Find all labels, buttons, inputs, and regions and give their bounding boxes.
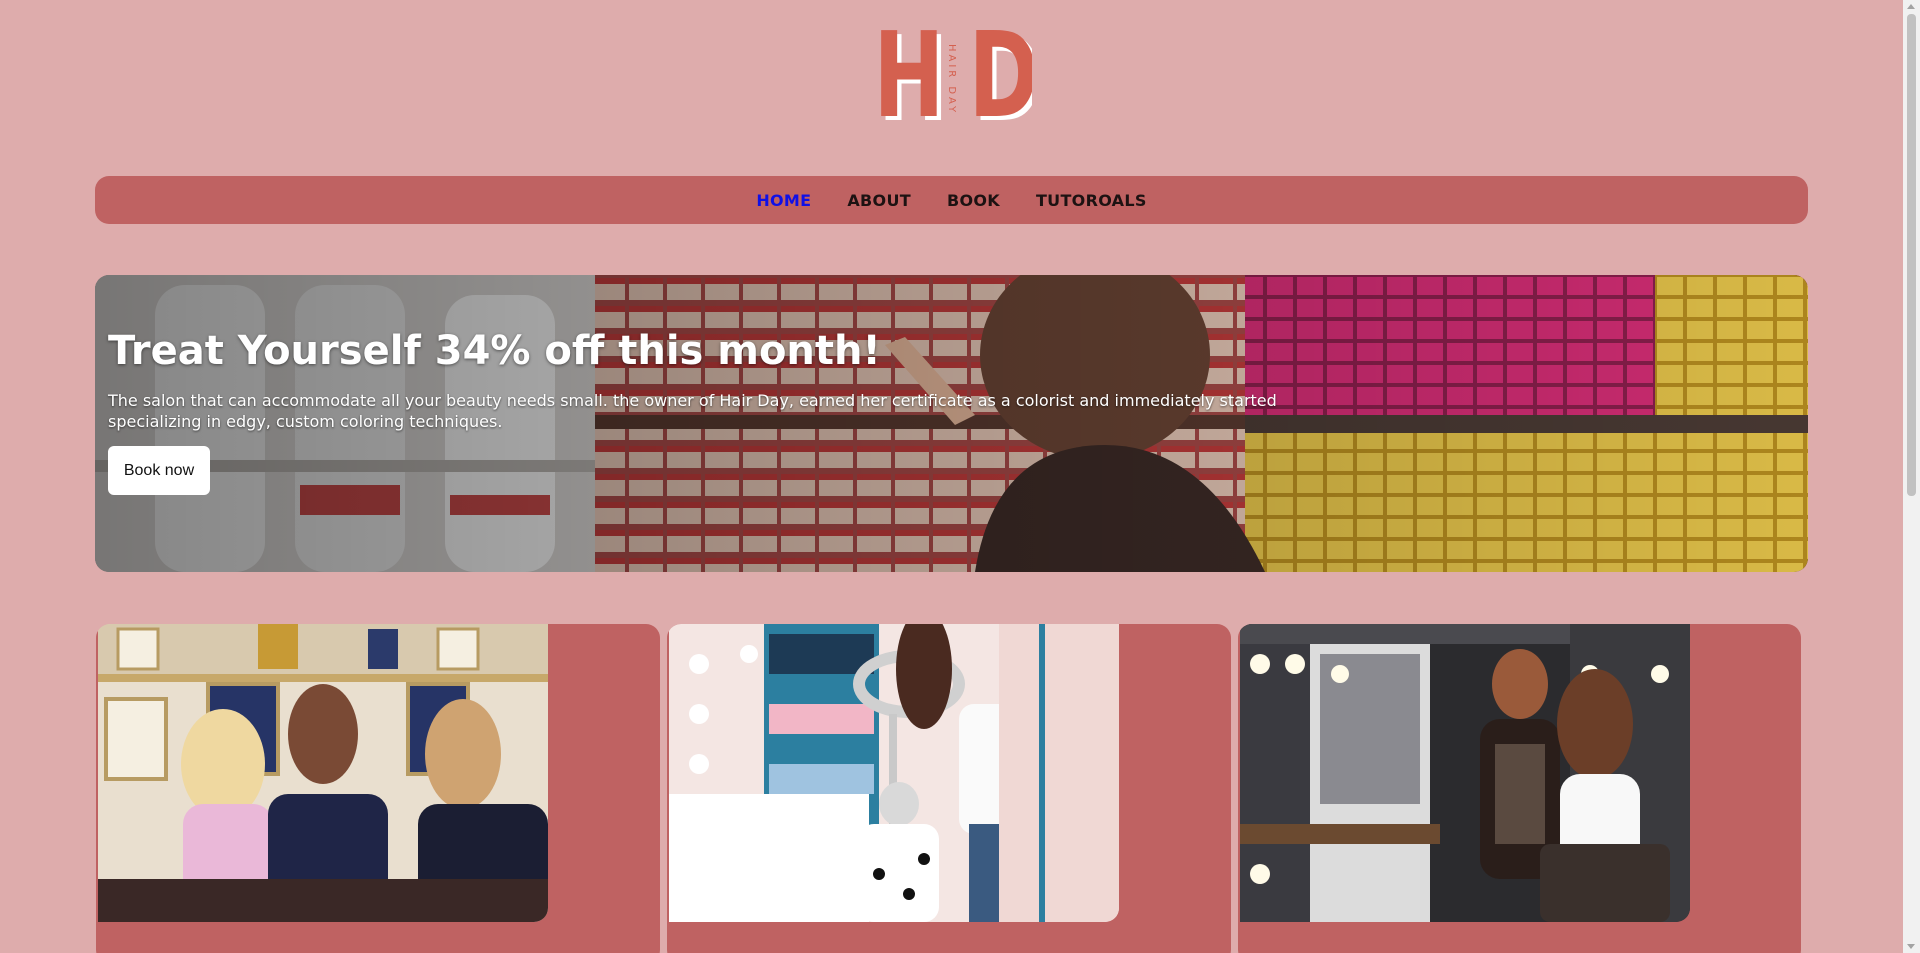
hero-banner: Treat Yourself 34% off this month! The s…	[95, 275, 1808, 572]
nav-tutorials-link[interactable]: TUTOROALS	[1036, 191, 1147, 210]
service-card-3[interactable]	[1238, 624, 1801, 953]
service-card-2[interactable]	[667, 624, 1231, 953]
hair-coloring-photo	[669, 624, 1119, 922]
hero-title: Treat Yourself 34% off this month!	[108, 328, 881, 374]
nav-book-link[interactable]: BOOK	[947, 191, 1000, 210]
scroll-up-arrow-icon[interactable]	[1907, 4, 1915, 9]
scrollbar-thumb[interactable]	[1907, 14, 1916, 496]
logo-tagline: HAIR DAY	[946, 44, 957, 115]
hair-consultation-photo	[1240, 624, 1690, 922]
logo-letter-d: D	[968, 18, 1032, 124]
hero-description: The salon that can accommodate all your …	[108, 391, 1277, 431]
nav-about-link[interactable]: ABOUT	[847, 191, 911, 210]
nav-home-link[interactable]: HOME	[756, 191, 811, 210]
hero-content: Treat Yourself 34% off this month! The s…	[108, 328, 1408, 495]
salon-staff-photo	[98, 624, 548, 922]
hair-day-logo[interactable]: H H D D HAIR DAY	[872, 8, 1043, 149]
logo-letter-h: H	[873, 18, 944, 124]
service-card-1[interactable]	[96, 624, 660, 953]
page-scrollbar[interactable]	[1903, 0, 1920, 953]
main-nav: HOME ABOUT BOOK TUTOROALS	[95, 176, 1808, 224]
book-now-button[interactable]: Book now	[108, 446, 210, 495]
scroll-down-arrow-icon[interactable]	[1907, 944, 1915, 949]
